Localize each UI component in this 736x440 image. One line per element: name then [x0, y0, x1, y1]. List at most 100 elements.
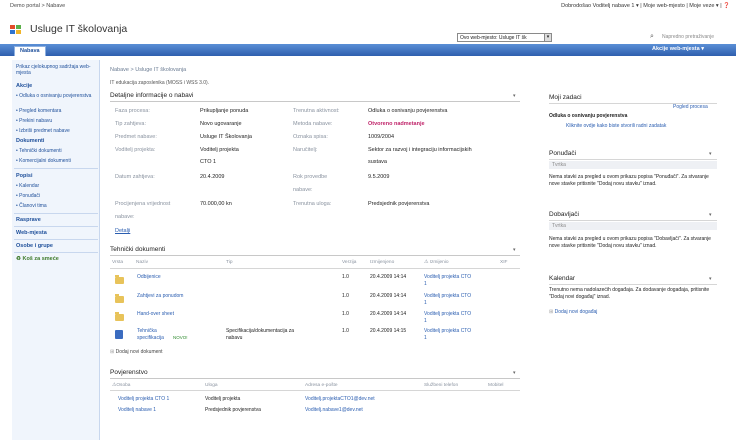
sidebar-item-komercijalni-dokumenti[interactable]: • Komercijalni dokumenti — [16, 158, 71, 164]
task-item[interactable]: Odluka o osnivanju povjerenstva — [549, 113, 627, 119]
detail-label: Datum zahtjeva: — [115, 174, 155, 180]
sidebar-item-prekini-nabavu[interactable]: • Prekini nabavu — [16, 118, 52, 124]
details-link[interactable]: Detalji — [115, 228, 130, 234]
process-view-link[interactable]: Pogled procesa — [673, 104, 708, 110]
sidebar-item-kalendar[interactable]: • Kalendar — [16, 183, 39, 189]
detail-value: Sektor za razvoj i integraciju informaci… — [368, 147, 472, 153]
details-webpart-title[interactable]: Detaljne informacije o nabavi — [110, 92, 193, 99]
suppliers-title[interactable]: Dobavljači — [549, 211, 579, 218]
sidebar-item-odluka[interactable]: • Odluka o osnivanju povjerenstva — [16, 93, 94, 99]
detail-label: Faza procesa: — [115, 108, 150, 114]
detail-value: Voditelj projekta — [200, 147, 239, 153]
doc-modified: 20.4.2009 14:14 — [370, 293, 407, 299]
detail-label: Predmet nabave: — [115, 134, 157, 140]
doc-modified-by-link[interactable]: Voditelj projekta CTO — [424, 293, 471, 299]
sidebar-item-ponudaci[interactable]: • Ponuđači — [16, 193, 40, 199]
quick-launch-sidebar: Prikaz cjelokupnog sadržaja web-mjesta A… — [12, 60, 100, 440]
sidebar-head-popisi[interactable]: Popisi — [16, 173, 33, 179]
calendar-title[interactable]: Kalendar — [549, 275, 575, 282]
doc-modified-by-link[interactable]: 1 — [424, 281, 427, 287]
welcome-menu[interactable]: Dobrodošao Voditelj nabave 1 ▾ | Moje we… — [561, 3, 730, 9]
column-header[interactable]: Vrsta — [112, 260, 123, 265]
global-breadcrumb[interactable]: Demo portal > Nabave — [10, 3, 65, 9]
sidebar-head-osobe-i-grupe[interactable]: Osobe i grupe — [16, 243, 53, 249]
committee-role: Voditelj projekta — [205, 396, 241, 402]
sidebar-divider — [14, 168, 98, 169]
detail-label: Trenutna uloga: — [293, 201, 332, 207]
doc-modified-by-link[interactable]: Voditelj projekta CTO — [424, 328, 471, 334]
folder-icon[interactable] — [115, 312, 124, 321]
webpart-menu-icon[interactable]: ▾ — [513, 370, 516, 376]
column-header[interactable]: Verzija — [342, 260, 356, 265]
sort-icon: ⚠ — [424, 260, 429, 265]
doc-name-link[interactable]: Odbijenice — [137, 274, 161, 280]
suppliers-column-header[interactable]: Tvrtka — [549, 222, 717, 230]
committee-title[interactable]: Povjerenstvo — [110, 369, 148, 376]
doc-modified-by-link[interactable]: 1 — [424, 300, 427, 306]
webpart-menu-icon[interactable]: ▾ — [709, 212, 712, 218]
folder-icon[interactable] — [115, 275, 124, 284]
add-document-link[interactable]: ⊞ Dodaj novi dokument — [110, 349, 163, 355]
tab-nabava[interactable]: Nabava — [14, 46, 46, 56]
detail-value-status: Otvoreno nadmetanje — [368, 121, 425, 127]
committee-person-link[interactable]: Voditelj nabave 1 — [118, 407, 156, 413]
webpart-menu-icon[interactable]: ▾ — [709, 151, 712, 157]
doc-modified-by-link[interactable]: Voditelj projekta CTO — [424, 274, 471, 280]
folder-icon[interactable] — [115, 294, 124, 303]
page-breadcrumb[interactable]: Nabave > Usluge IT školovanja — [110, 67, 186, 73]
search-scope-select[interactable]: Ovo web-mjesto: Usluge IT šk ▾ — [457, 33, 552, 42]
recycle-bin-link[interactable]: ♻ Koš za smeće — [16, 256, 59, 262]
doc-modified-by-link[interactable]: Voditelj projekta CTO — [424, 311, 471, 317]
advanced-search-link[interactable]: Napredno pretraživanje — [662, 33, 736, 42]
doc-name-link[interactable]: Zahtjevi za ponudom — [137, 293, 183, 299]
create-task-link[interactable]: Kliknite ovdje kako biste stvorili radni… — [566, 123, 666, 129]
bidders-empty-text: Nema stavki za pregled u ovom prikazu po… — [549, 174, 709, 187]
column-header[interactable]: Tip — [226, 260, 233, 265]
sidebar-item-pregled-komentara[interactable]: • Pregled komentara — [16, 108, 61, 114]
doc-name-link[interactable]: Tehnička — [137, 328, 157, 334]
doc-name-link[interactable]: specifikacija — [137, 335, 164, 341]
view-all-content-link[interactable]: Prikaz cjelokupnog sadržaja web-mjesta — [16, 64, 96, 76]
column-header[interactable]: XIF — [500, 260, 507, 265]
sidebar-divider — [14, 252, 98, 253]
suppliers-empty-text: Nema stavki za pregled u ovom prikazu po… — [549, 236, 711, 249]
column-header[interactable]: Izmijenjeno — [370, 260, 394, 265]
doc-modified-by-link[interactable]: 1 — [424, 318, 427, 324]
webpart-menu-icon[interactable]: ▾ — [709, 276, 712, 282]
sidebar-head-rasprave[interactable]: Rasprave — [16, 217, 41, 223]
search-icon[interactable]: ⌕ — [650, 33, 654, 41]
my-tasks-title[interactable]: Moji zadaci — [549, 94, 582, 101]
sidebar-head-akcije[interactable]: Akcije — [16, 83, 32, 89]
column-header[interactable]: Uloga — [205, 383, 218, 388]
column-header[interactable]: Mobitel — [488, 383, 503, 388]
committee-email-link[interactable]: Voditelj.projektaCTO1@dev.net — [305, 396, 375, 402]
word-document-icon[interactable] — [115, 330, 123, 339]
doc-modified-by-link[interactable]: 1 — [424, 335, 427, 341]
column-header[interactable]: Službeni telefon — [424, 383, 458, 388]
site-title[interactable]: Usluge IT školovanja — [30, 23, 127, 35]
sidebar-item-tehnicki-dokumenti[interactable]: • Tehnički dokumenti — [16, 148, 62, 154]
bidders-column-header[interactable]: Tvrtka — [549, 161, 717, 169]
doc-type: nabavu — [226, 335, 243, 341]
webpart-menu-icon[interactable]: ▾ — [513, 247, 516, 253]
add-event-link[interactable]: ⊞ Dodaj novi događaj — [549, 309, 597, 315]
column-header[interactable]: Naziv — [136, 260, 148, 265]
sidebar-head-web-mjesta[interactable]: Web-mjesta — [16, 230, 47, 236]
committee-person-link[interactable]: Voditelj projekta CTO 1 — [118, 396, 169, 402]
doc-version: 1.0 — [342, 328, 349, 334]
committee-email-link[interactable]: Voditelj.nabave1@dev.net — [305, 407, 363, 413]
sidebar-divider — [14, 213, 98, 214]
chevron-down-icon[interactable]: ▾ — [544, 34, 551, 41]
doc-modified: 20.4.2009 14:14 — [370, 274, 407, 280]
column-header[interactable]: Adresa e-pošte — [305, 383, 338, 388]
bidders-title[interactable]: Ponuđači — [549, 150, 576, 157]
column-header[interactable]: ⚠ Izmijenio — [424, 260, 449, 265]
site-actions-button[interactable]: Akcije web-mjesta ▾ — [652, 46, 704, 52]
webpart-menu-icon[interactable]: ▾ — [513, 93, 516, 99]
tech-docs-title[interactable]: Tehnički dokumenti — [110, 246, 165, 253]
column-header[interactable]: ⚠Osoba — [112, 383, 130, 388]
sidebar-item-izbrisi[interactable]: • Izbriši predmet nabave — [16, 128, 70, 134]
doc-name-link[interactable]: Hand-over sheet — [137, 311, 174, 317]
sidebar-item-clanovi-tima[interactable]: • Članovi tima — [16, 203, 47, 209]
sidebar-head-dokumenti[interactable]: Dokumenti — [16, 138, 44, 144]
